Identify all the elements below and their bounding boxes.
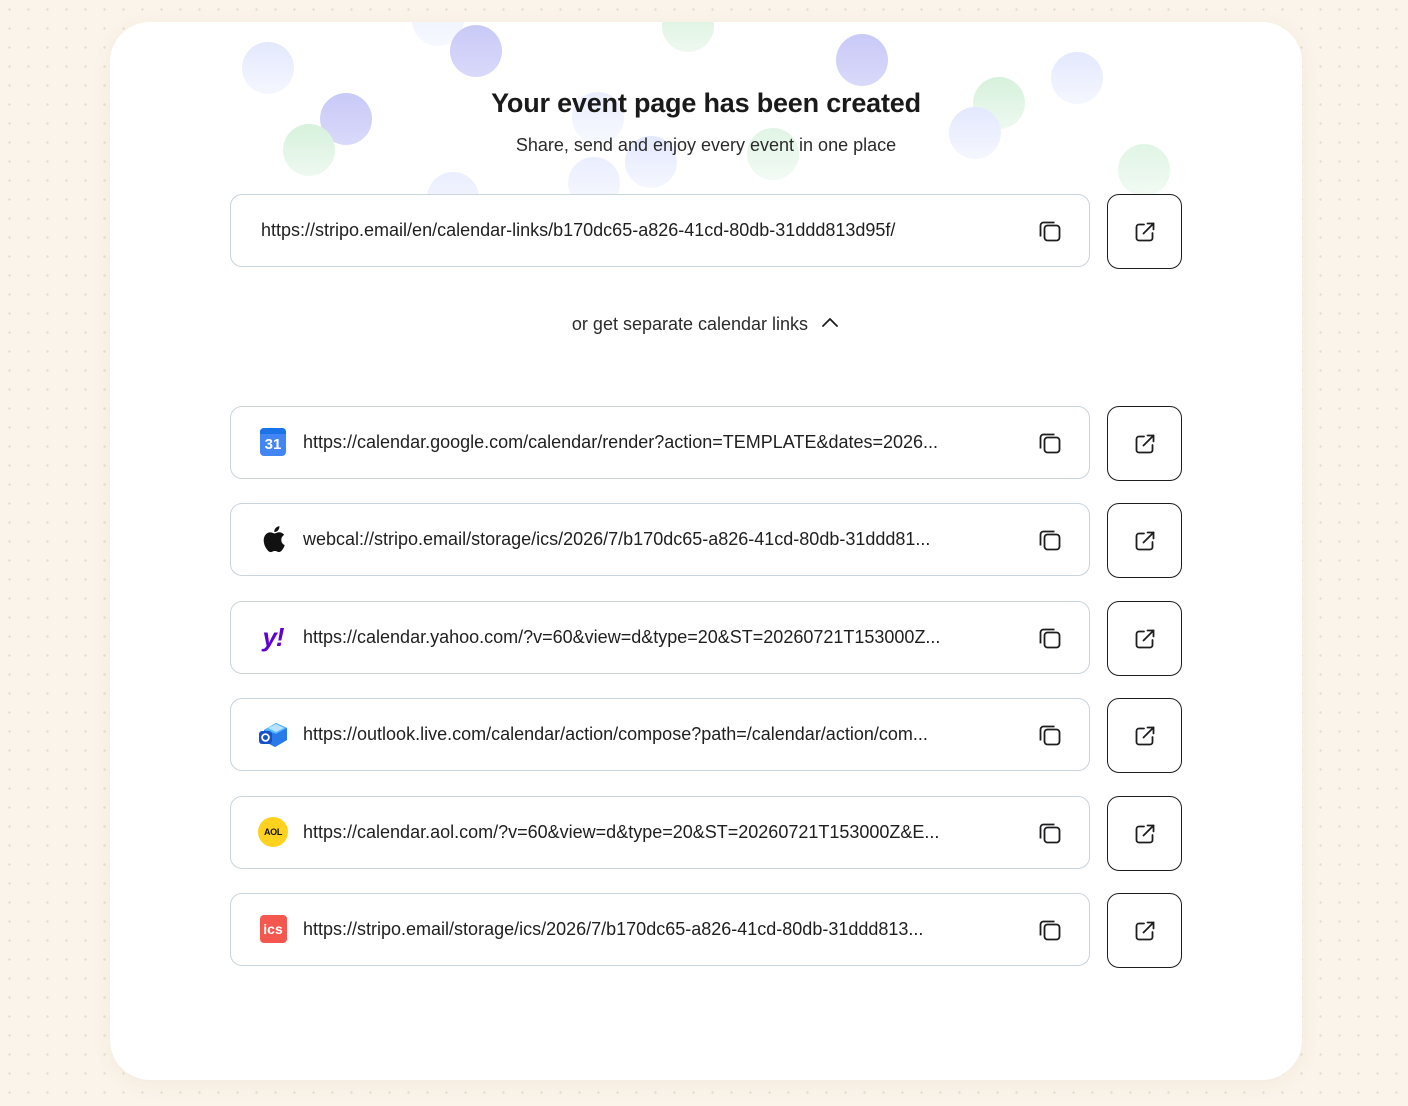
copy-icon xyxy=(1039,530,1061,551)
result-card: Your event page has been created Share, … xyxy=(110,22,1302,1080)
ics-file-link-field[interactable]: ics https://stripo.email/storage/ics/202… xyxy=(230,893,1090,966)
google-calendar-link-url[interactable]: https://calendar.google.com/calendar/ren… xyxy=(303,407,1003,478)
open-ics-file-button[interactable] xyxy=(1107,893,1182,968)
open-outlook-calendar-button[interactable] xyxy=(1107,698,1182,773)
copy-icon xyxy=(1039,725,1061,746)
confetti-dot xyxy=(662,22,714,52)
copy-ics-link-button[interactable] xyxy=(1033,913,1067,947)
apple-calendar-link-field[interactable]: webcal://stripo.email/storage/ics/2026/7… xyxy=(230,503,1090,576)
external-link-icon xyxy=(1135,629,1154,648)
yahoo-calendar-link-field[interactable]: y! https://calendar.yahoo.com/?v=60&view… xyxy=(230,601,1090,674)
apple-icon xyxy=(258,524,288,554)
chevron-up-icon xyxy=(820,313,840,334)
external-link-icon xyxy=(1135,434,1154,453)
google-calendar-link-field[interactable]: 31 https://calendar.google.com/calendar/… xyxy=(230,406,1090,479)
copy-icon xyxy=(1039,920,1061,941)
external-link-icon xyxy=(1135,222,1154,241)
google-calendar-icon: 31 xyxy=(258,427,288,457)
confetti-dot xyxy=(242,42,294,94)
page-title: Your event page has been created xyxy=(491,88,921,118)
confetti-dot xyxy=(836,34,888,86)
external-link-icon xyxy=(1135,726,1154,745)
yahoo-icon: y! xyxy=(262,622,284,652)
copy-yahoo-link-button[interactable] xyxy=(1033,621,1067,655)
external-link-icon xyxy=(1135,824,1154,843)
apple-calendar-link-url[interactable]: webcal://stripo.email/storage/ics/2026/7… xyxy=(303,504,1003,575)
outlook-calendar-link-field[interactable]: https://outlook.live.com/calendar/action… xyxy=(230,698,1090,771)
copy-icon xyxy=(1039,433,1061,454)
copy-icon xyxy=(1039,221,1061,242)
open-event-page-button[interactable] xyxy=(1107,194,1182,269)
open-aol-calendar-button[interactable] xyxy=(1107,796,1182,871)
aol-calendar-link-field[interactable]: AOL https://calendar.aol.com/?v=60&view=… xyxy=(230,796,1090,869)
event-page-link-field[interactable]: https://stripo.email/en/calendar-links/b… xyxy=(230,194,1090,267)
copy-outlook-link-button[interactable] xyxy=(1033,718,1067,752)
copy-icon xyxy=(1039,823,1061,844)
external-link-icon xyxy=(1135,921,1154,940)
copy-aol-link-button[interactable] xyxy=(1033,816,1067,850)
open-yahoo-calendar-button[interactable] xyxy=(1107,601,1182,676)
outlook-calendar-link-url[interactable]: https://outlook.live.com/calendar/action… xyxy=(303,699,1003,770)
separate-links-toggle[interactable]: or get separate calendar links xyxy=(110,314,1302,335)
confetti-dot xyxy=(450,25,502,77)
separate-links-toggle-label: or get separate calendar links xyxy=(571,314,809,334)
ics-file-link-url[interactable]: https://stripo.email/storage/ics/2026/7/… xyxy=(303,894,1003,965)
ics-icon: ics xyxy=(258,914,288,944)
copy-icon xyxy=(1039,628,1061,649)
aol-icon: AOL xyxy=(258,817,288,847)
external-link-icon xyxy=(1135,531,1154,550)
copy-google-link-button[interactable] xyxy=(1033,426,1067,460)
page-subtitle: Share, send and enjoy every event in one… xyxy=(515,135,897,155)
copy-event-page-link-button[interactable] xyxy=(1033,214,1067,248)
open-apple-calendar-button[interactable] xyxy=(1107,503,1182,578)
outlook-icon xyxy=(258,719,288,749)
copy-apple-link-button[interactable] xyxy=(1033,523,1067,557)
yahoo-calendar-link-url[interactable]: https://calendar.yahoo.com/?v=60&view=d&… xyxy=(303,602,1003,673)
aol-calendar-link-url[interactable]: https://calendar.aol.com/?v=60&view=d&ty… xyxy=(303,797,1003,868)
event-page-link-url[interactable]: https://stripo.email/en/calendar-links/b… xyxy=(261,195,1021,266)
open-google-calendar-button[interactable] xyxy=(1107,406,1182,481)
